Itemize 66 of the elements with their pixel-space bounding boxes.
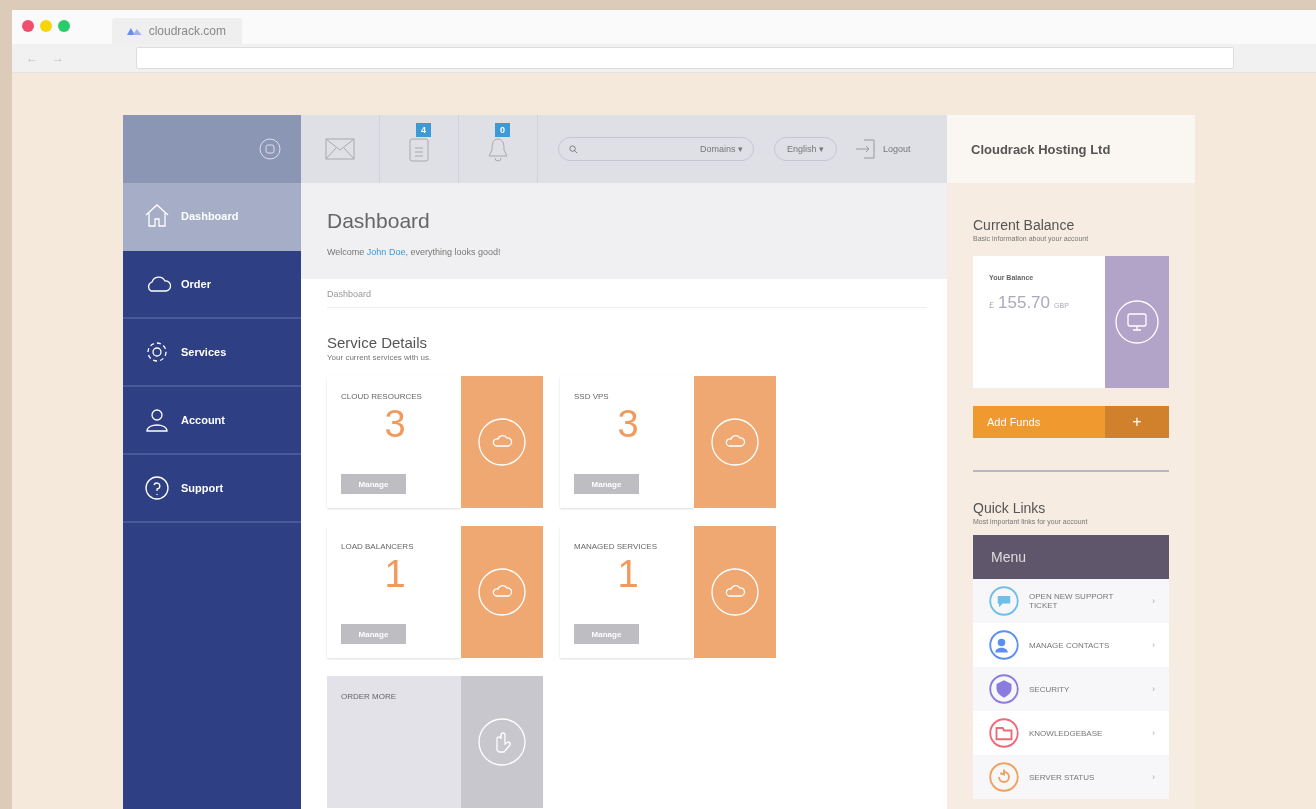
manage-button[interactable]: Manage — [341, 624, 406, 644]
quick-link[interactable]: OPEN NEW SUPPORT TICKET › — [973, 579, 1169, 623]
mail-icon[interactable] — [325, 138, 355, 160]
quick-link[interactable]: MANAGE CONTACTS › — [973, 623, 1169, 667]
cloud-icon — [710, 417, 760, 467]
service-count: 3 — [383, 403, 407, 446]
search-icon — [569, 144, 578, 154]
maximize-window-dot[interactable] — [58, 20, 70, 32]
chevron-icon: › — [1152, 596, 1155, 606]
monitor-icon — [1114, 299, 1160, 345]
browser-tab[interactable]: cloudrack.com — [112, 18, 242, 44]
menu-icon[interactable] — [259, 138, 281, 160]
manage-button[interactable]: Manage — [574, 624, 639, 644]
quick-link[interactable]: SECURITY › — [973, 667, 1169, 711]
manage-button[interactable]: Manage — [341, 474, 406, 494]
chevron-icon: › — [1152, 684, 1155, 694]
currency-symbol: £ — [989, 300, 994, 310]
home-icon — [143, 202, 171, 230]
sidebar-label: Services — [181, 346, 227, 358]
notification-badge: 4 — [416, 123, 431, 137]
sidebar-label: Support — [181, 482, 224, 494]
chevron-icon: › — [1152, 728, 1155, 738]
logout-link[interactable]: Logout — [883, 144, 911, 154]
domains-dropdown[interactable]: Domains ▾ — [699, 144, 743, 154]
cloud-icon — [477, 417, 527, 467]
help-icon — [143, 474, 171, 502]
company-name: Cloudrack Hosting Ltd — [947, 115, 1195, 183]
cloud-icon — [710, 567, 760, 617]
sidebar-label: Account — [181, 414, 225, 426]
breadcrumb[interactable]: Dashboard — [327, 289, 927, 308]
address-field[interactable] — [136, 47, 1234, 69]
service-name: MANAGED SERVICES — [574, 542, 658, 551]
cloud-icon — [477, 567, 527, 617]
page-title: Dashboard — [327, 209, 431, 233]
service-name: LOAD BALANCERS — [341, 542, 415, 551]
sidebar-label: Dashboard — [181, 210, 239, 222]
hand-icon — [477, 717, 527, 767]
sidebar-item[interactable]: Dashboard — [123, 183, 301, 251]
section-subtitle: Your current services with us. — [327, 353, 433, 362]
cloud-logo-icon — [126, 26, 144, 36]
service-count: 1 — [616, 553, 640, 596]
clipboard-icon[interactable] — [409, 136, 429, 162]
chevron-icon: › — [1152, 772, 1155, 782]
quick-links-title: Quick Links — [973, 500, 1047, 516]
add-funds-button[interactable]: Add Funds + — [973, 406, 1169, 438]
quick-link[interactable]: KNOWLEDGEBASE › — [973, 711, 1169, 755]
sidebar-label: Order — [181, 278, 211, 290]
service-name: SSD VPS — [574, 392, 610, 401]
logout-icon[interactable] — [855, 138, 878, 160]
quick-link[interactable]: SERVER STATUS › — [973, 755, 1169, 799]
chevron-icon: › — [1152, 640, 1155, 650]
user-icon — [143, 406, 171, 434]
service-name: CLOUD RESOURCES — [341, 392, 423, 401]
menu-header: Menu — [973, 535, 1169, 579]
bell-icon[interactable] — [487, 136, 509, 162]
close-window-dot[interactable] — [22, 20, 34, 32]
section-title: Service Details — [327, 334, 429, 351]
notification-badge: 0 — [495, 123, 510, 137]
balance-title: Current Balance — [973, 217, 1076, 233]
manage-button[interactable]: Manage — [574, 474, 639, 494]
balance-amount: 155.70 — [998, 293, 1050, 313]
welcome-message: Welcome John Doe, everything looks good! — [327, 247, 502, 257]
service-name: ORDER MORE — [341, 692, 398, 701]
service-count: 3 — [616, 403, 640, 446]
service-count: 1 — [383, 553, 407, 596]
minimize-window-dot[interactable] — [40, 20, 52, 32]
